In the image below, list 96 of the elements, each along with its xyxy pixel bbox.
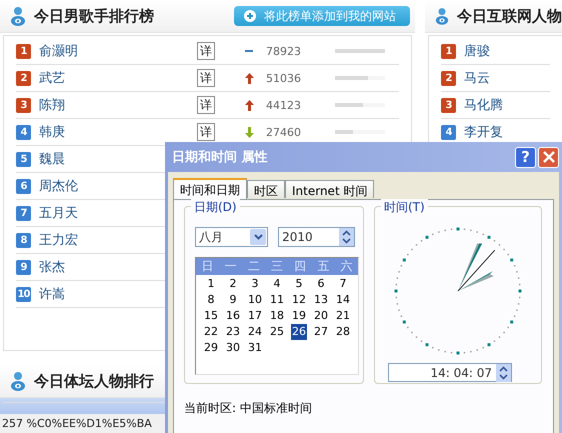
person-name[interactable]: 陈翔: [39, 96, 189, 114]
vote-count: 27460: [266, 126, 302, 138]
plus-icon: [244, 10, 256, 22]
calendar-day[interactable]: 31: [247, 340, 263, 356]
rank-badge: 5: [16, 152, 31, 166]
tab[interactable]: 时区: [247, 180, 285, 198]
rank-badge: 3: [441, 98, 456, 112]
calendar-day[interactable]: 2: [228, 276, 238, 292]
calendar-day[interactable]: 19: [291, 308, 307, 324]
tab[interactable]: Internet 时间: [285, 180, 374, 198]
panel-title: 今日互联网人物: [457, 6, 562, 26]
calendar-day[interactable]: 6: [316, 276, 326, 292]
vote-count: 78923: [266, 44, 302, 58]
calendar-day[interactable]: 21: [335, 308, 351, 324]
calendar-day[interactable]: 28: [335, 324, 351, 340]
calendar-day[interactable]: 12: [291, 292, 307, 308]
group-label: 时间(T): [381, 199, 428, 216]
weekday-label: 五: [316, 258, 330, 275]
time-spinner[interactable]: 14: 04: 07: [388, 363, 512, 382]
person-name[interactable]: 马云: [464, 69, 562, 87]
calendar-day[interactable]: 9: [228, 292, 238, 308]
panel-title: 今日体坛人物排行: [34, 372, 154, 390]
person-icon: [10, 6, 26, 26]
calendar-day[interactable]: 27: [313, 324, 329, 340]
chevron-down-icon: [254, 234, 263, 240]
rank-badge: 2: [16, 70, 31, 86]
person-name[interactable]: 武艺: [39, 69, 189, 87]
calendar-day[interactable]: 4: [272, 276, 282, 292]
detail-button[interactable]: 详: [197, 69, 215, 87]
weekday-label: 一: [224, 258, 238, 275]
calendar-day[interactable]: 29: [203, 340, 219, 356]
calendar-day[interactable]: 25: [269, 324, 285, 340]
person-name[interactable]: 韩庚: [39, 123, 189, 141]
calendar-day[interactable]: 16: [225, 308, 241, 324]
weekday-label: 三: [270, 258, 284, 275]
month-dropdown[interactable]: 八月: [195, 227, 268, 247]
rank-badge: 2: [441, 70, 456, 86]
timezone-text: 当前时区: 中国标准时间: [184, 400, 312, 417]
person-name[interactable]: 李开复: [464, 123, 562, 141]
weekday-label: 二: [246, 258, 261, 275]
calendar-day[interactable]: 14: [335, 292, 351, 308]
detail-button[interactable]: 详: [197, 96, 215, 114]
person-icon: [10, 371, 26, 391]
group-label: 日期(D): [191, 199, 240, 216]
rank-badge: 1: [16, 44, 31, 58]
up-arrow-icon: [244, 72, 254, 84]
rank-badge: 8: [16, 232, 31, 248]
calendar-day[interactable]: 18: [269, 308, 285, 324]
rank-badge: 3: [16, 98, 31, 112]
person-name[interactable]: 唐骏: [464, 42, 562, 60]
calendar-day[interactable]: 5: [294, 276, 304, 292]
tab[interactable]: 时间和日期: [173, 178, 247, 199]
person-name[interactable]: 马化腾: [464, 96, 562, 114]
calendar-day[interactable]: 13: [313, 292, 329, 308]
dash-icon: [245, 50, 253, 52]
rank-badge: 7: [16, 206, 31, 220]
weekday-label: 六: [339, 258, 354, 275]
calendar-day[interactable]: 26: [291, 324, 307, 340]
calendar-day[interactable]: 15: [203, 308, 219, 324]
calendar-day[interactable]: 17: [247, 308, 263, 324]
calendar-day[interactable]: 30: [225, 340, 241, 356]
rank-badge: 9: [16, 260, 31, 274]
close-button[interactable]: [538, 146, 559, 168]
rank-badge: 10: [16, 286, 31, 302]
status-text: 257 %C0%EE%D1%E5%BA: [2, 417, 152, 430]
weekday-label: 日: [200, 258, 215, 275]
calendar-day[interactable]: 7: [338, 276, 348, 292]
vote-count: 44123: [266, 98, 302, 112]
calendar-day[interactable]: 24: [247, 324, 263, 340]
year-spinner[interactable]: 2010: [278, 227, 355, 247]
close-icon: [542, 151, 554, 163]
calendar-day[interactable]: 1: [206, 276, 216, 292]
calendar-day[interactable]: 22: [203, 324, 219, 340]
calendar-day[interactable]: 8: [206, 292, 216, 308]
rank-badge: 4: [441, 124, 456, 140]
calendar-day[interactable]: 23: [225, 324, 241, 340]
calendar-day[interactable]: 10: [247, 292, 263, 308]
rank-badge: 1: [441, 44, 456, 58]
spin-arrows-icon: [499, 366, 508, 380]
weekday-label: 四: [293, 258, 308, 275]
detail-button[interactable]: 详: [197, 42, 215, 60]
down-arrow-icon: [244, 126, 254, 138]
spin-arrows-icon: [342, 230, 351, 244]
calendar-day[interactable]: 11: [269, 292, 285, 308]
person-name[interactable]: 俞灏明: [39, 42, 189, 60]
window-title: 日期和时间 属性: [172, 149, 269, 166]
calendar-day[interactable]: 20: [313, 308, 329, 324]
panel-title: 今日男歌手排行榜: [34, 6, 154, 26]
rank-badge: 6: [16, 178, 31, 194]
rank-badge: 4: [16, 124, 31, 140]
vote-count: 51036: [266, 72, 302, 84]
person-icon: [435, 6, 449, 26]
up-arrow-icon: [244, 100, 254, 110]
help-button[interactable]: ?: [515, 146, 536, 168]
detail-button[interactable]: 详: [197, 123, 215, 141]
calendar-day[interactable]: 3: [250, 276, 260, 292]
